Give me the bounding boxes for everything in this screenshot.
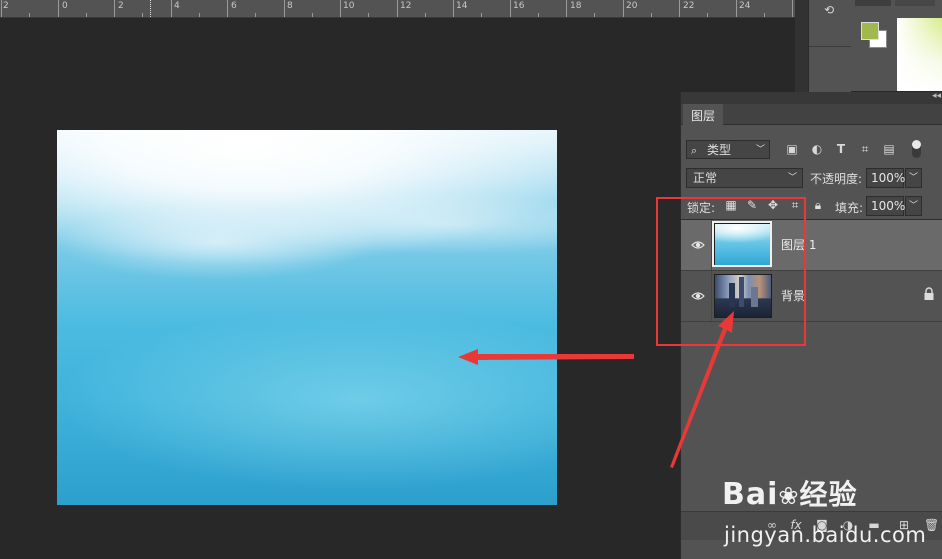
annotation-highlight-box xyxy=(656,197,806,346)
ruler-tick xyxy=(86,13,87,17)
ruler-tick xyxy=(171,0,172,17)
lock-all-icon[interactable]: 🔒︎ xyxy=(811,198,825,212)
canvas-image-underwater[interactable] xyxy=(57,130,557,505)
ruler-tick xyxy=(453,0,454,17)
horizontal-ruler[interactable]: 2 0 2 4 6 8 10 12 14 16 18 20 22 24 xyxy=(0,0,795,18)
type-filter-icon[interactable]: T xyxy=(834,142,848,156)
ruler-tick xyxy=(566,0,567,17)
ruler-tick xyxy=(538,13,539,17)
ruler-cursor-marker xyxy=(150,0,152,17)
ruler-label: 18 xyxy=(570,1,582,11)
baidu-jingyan-watermark: Bai❀经验 jingyan.baidu.com xyxy=(722,453,937,557)
blend-mode-value: 正常 xyxy=(693,171,718,185)
ruler-tick xyxy=(764,13,765,17)
collapse-icon[interactable]: ◂◂ xyxy=(932,91,941,101)
shape-filter-icon[interactable]: ⌗ xyxy=(858,142,872,156)
smart-object-filter-icon[interactable]: ▤ xyxy=(882,142,896,156)
ruler-tick xyxy=(397,0,398,17)
fill-input[interactable]: 100% xyxy=(866,196,905,216)
search-icon: ⌕ xyxy=(691,144,698,157)
ruler-tick xyxy=(29,13,30,17)
tab-layers[interactable]: 图层 xyxy=(683,104,724,129)
ruler-tick xyxy=(255,13,256,17)
ruler-tick xyxy=(368,13,369,17)
dock-separator xyxy=(809,46,851,47)
ruler-label: 2 xyxy=(3,1,9,11)
ruler-tick xyxy=(736,0,737,17)
ruler-tick xyxy=(199,13,200,17)
ruler-tick xyxy=(679,0,680,17)
ruler-tick xyxy=(623,0,624,17)
ruler-label: 0 xyxy=(62,1,68,11)
pixel-filter-icon[interactable]: ▣ xyxy=(785,142,799,156)
ruler-label: 20 xyxy=(626,1,638,11)
panel-tabbar: 图层 xyxy=(681,104,942,129)
panel-title-bar[interactable]: ◂◂ xyxy=(681,91,942,104)
watermark-logo: Bai❀经验 xyxy=(722,473,858,513)
ruler-label: 24 xyxy=(739,1,751,11)
filter-toggle[interactable] xyxy=(912,140,921,158)
fill-label: 填充: xyxy=(835,201,864,215)
layer-filter-row: ⌕ 类型 ﹀ ▣ ◐ T ⌗ ▤ xyxy=(681,138,942,162)
layer-filter-select[interactable]: ⌕ 类型 ﹀ xyxy=(686,140,770,159)
ruler-label: 22 xyxy=(683,1,695,11)
ruler-tick xyxy=(594,13,595,17)
chevron-down-icon: ﹀ xyxy=(787,173,797,183)
ruler-label: 12 xyxy=(400,1,412,11)
ruler-tick xyxy=(58,0,59,17)
ruler-label: 10 xyxy=(343,1,355,11)
blend-mode-select[interactable]: 正常 ﹀ xyxy=(686,168,803,188)
layer-filter-value: 类型 xyxy=(707,143,732,157)
color-picker-field[interactable] xyxy=(897,18,942,91)
adjustment-filter-icon[interactable]: ◐ xyxy=(810,142,824,156)
ruler-tick xyxy=(142,13,143,17)
ruler-label: 2 xyxy=(118,1,124,11)
fill-dropdown-button[interactable]: ﹀ xyxy=(905,196,922,216)
blend-row: 正常 ﹀ 不透明度: 100% ﹀ xyxy=(681,166,942,190)
ruler-tick xyxy=(114,0,115,17)
color-tab[interactable] xyxy=(855,0,891,6)
watermark-logo-cn: 经验 xyxy=(799,478,858,511)
ruler-label: 6 xyxy=(231,1,237,11)
ruler-tick xyxy=(792,0,793,17)
lock-icon xyxy=(924,287,934,300)
ruler-tick xyxy=(510,0,511,17)
watermark-logo-text: Bai xyxy=(722,477,779,512)
ruler-tick xyxy=(340,0,341,17)
ruler-tick xyxy=(425,13,426,17)
ruler-tick xyxy=(651,13,652,17)
watermark-url: jingyan.baidu.com xyxy=(724,523,927,547)
ruler-tick xyxy=(227,0,228,17)
ruler-label: 8 xyxy=(287,1,293,11)
paw-icon: ❀ xyxy=(778,482,800,510)
swatches-tab[interactable] xyxy=(895,0,935,6)
opacity-label: 不透明度: xyxy=(810,172,863,186)
ruler-tick xyxy=(284,0,285,17)
ruler-tick xyxy=(1,0,2,17)
chevron-down-icon: ﹀ xyxy=(755,145,765,155)
foreground-color-swatch[interactable] xyxy=(861,22,879,40)
history-icon[interactable]: ⟲ xyxy=(818,2,840,18)
ruler-label: 14 xyxy=(456,1,468,11)
ruler-tick xyxy=(481,13,482,17)
ruler-label: 4 xyxy=(174,1,180,11)
ruler-tick xyxy=(312,13,313,17)
opacity-dropdown-button[interactable]: ﹀ xyxy=(905,168,922,188)
filter-toggle-knob xyxy=(912,140,921,149)
opacity-input[interactable]: 100% xyxy=(866,168,905,188)
ruler-label: 16 xyxy=(513,1,525,11)
ruler-tick xyxy=(707,13,708,17)
color-panel xyxy=(851,0,942,91)
